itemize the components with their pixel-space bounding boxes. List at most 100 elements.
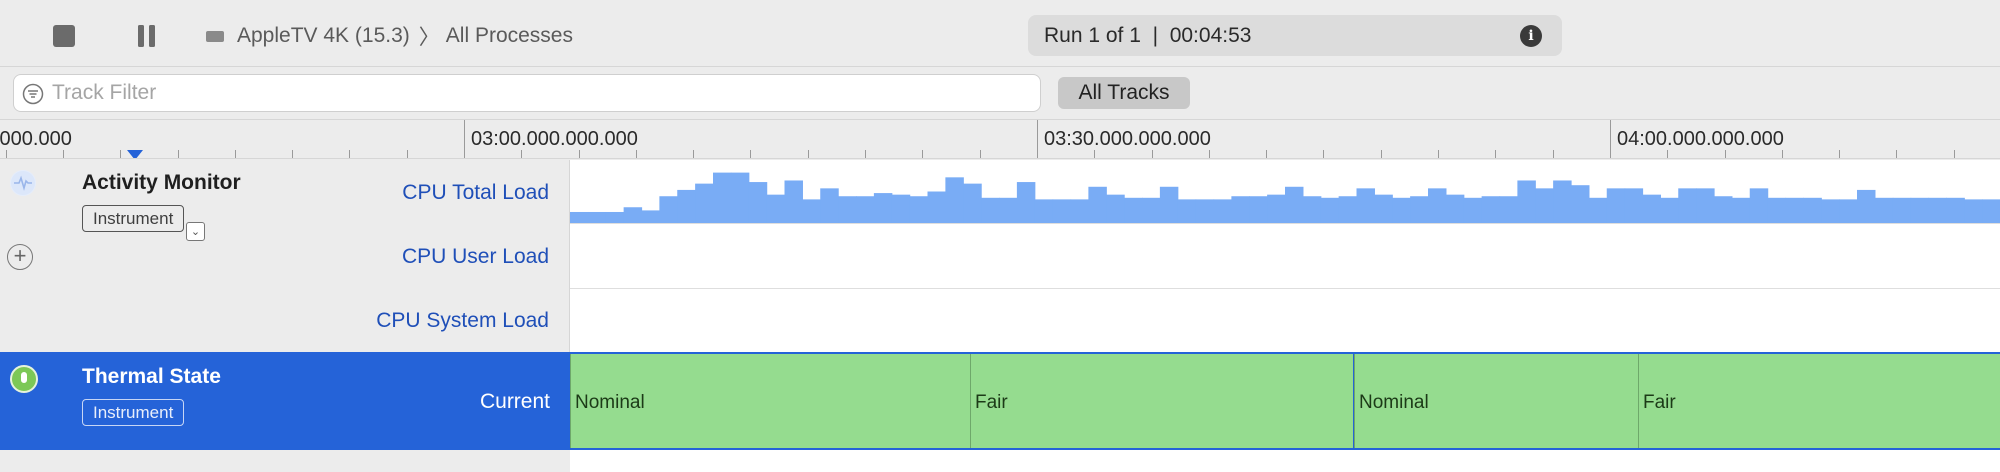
ruler-minor-tick [865, 150, 866, 158]
breadcrumb-separator: 〉 [418, 26, 440, 49]
cpu-load-bar [802, 199, 821, 224]
cpu-load-bar [1428, 188, 1447, 223]
cpu-load-bar [1946, 197, 1965, 223]
cpu-load-bar [1749, 188, 1769, 223]
track-filter-input[interactable] [52, 75, 1032, 111]
info-icon[interactable]: i [1520, 25, 1542, 47]
cpu-load-bar [1892, 197, 1912, 223]
add-track-button[interactable]: + [7, 244, 33, 270]
playhead-marker[interactable] [127, 150, 143, 158]
row-divider [570, 223, 2000, 224]
cpu-load-bar [1982, 199, 2000, 224]
ruler-major-tick [464, 120, 465, 158]
cpu-load-bar [909, 196, 929, 223]
cpu-load-bar [1535, 188, 1554, 223]
track-filter-field[interactable] [13, 74, 1041, 112]
ruler-minor-tick [1152, 150, 1153, 158]
instrument-badge[interactable]: Instrument [82, 205, 185, 232]
ruler-minor-tick [1782, 150, 1783, 158]
ruler-minor-tick [407, 150, 408, 158]
cpu-load-bar [695, 183, 714, 224]
instrument-title: Thermal State [82, 365, 221, 388]
cpu-load-bar [713, 172, 732, 223]
empty-lane [570, 450, 2000, 472]
ruler-minor-tick [980, 150, 981, 158]
cpu-load-bar [1678, 188, 1697, 223]
cpu-load-bar [1106, 194, 1125, 223]
cpu-load-bar [1016, 182, 1036, 223]
cpu-load-bar [1481, 196, 1501, 223]
cpu-load-bar [623, 207, 643, 223]
thermal-state-segment[interactable]: Nominal [570, 354, 970, 448]
thermal-state-segment[interactable]: Fair [1638, 354, 2000, 448]
thermal-state-label: Nominal [575, 392, 645, 413]
cpu-load-bar [1410, 196, 1429, 223]
track-label[interactable]: Current [480, 390, 550, 414]
ruler-minor-tick [1266, 150, 1267, 158]
pause-button[interactable] [130, 20, 162, 52]
cpu-load-bar [963, 183, 982, 224]
cpu-load-bar [1517, 180, 1536, 223]
ruler-major-tick [1037, 120, 1038, 158]
cpu-load-bar [1660, 197, 1679, 223]
empty-track-area [0, 450, 2000, 472]
target-breadcrumb[interactable]: AppleTV 4K (15.3) 〉 All Processes [206, 22, 573, 50]
cpu-load-bar [1642, 194, 1661, 223]
stop-button[interactable] [48, 20, 80, 52]
cpu-load-bar [570, 211, 589, 223]
ruler-minor-tick [808, 150, 809, 158]
time-ruler[interactable]: .000.000 03:00.000.000.000 03:30.000.000… [0, 120, 2000, 159]
cpu-load-bar [873, 193, 893, 223]
track-label[interactable]: CPU Total Load [402, 181, 549, 205]
ruler-minor-tick [120, 150, 121, 158]
cpu-load-bar [677, 189, 696, 223]
cpu-load-bar [1231, 196, 1250, 223]
cpu-load-bar [1696, 188, 1715, 223]
cpu-load-bar [1624, 188, 1644, 223]
cpu-load-bar [730, 172, 750, 223]
ruler-label: 04:00.000.000.000 [1617, 128, 1784, 150]
cpu-load-bar [1910, 197, 1930, 223]
cpu-load-bar [659, 196, 678, 223]
cpu-load-bar [1463, 197, 1483, 223]
ruler-minor-tick [178, 150, 179, 158]
cpu-total-load-lane[interactable] [570, 160, 2000, 224]
cpu-load-bar [1803, 197, 1822, 223]
thermal-state-header[interactable]: Thermal State Instrument Current [0, 352, 570, 450]
ruler-minor-tick [235, 150, 236, 158]
instrument-badge[interactable]: Instrument [82, 399, 185, 426]
track-label[interactable]: CPU System Load [376, 309, 549, 333]
cpu-load-bar [1249, 196, 1268, 223]
ruler-minor-tick [750, 150, 751, 158]
cpu-user-load-lane[interactable] [570, 224, 2000, 288]
toolbar: AppleTV 4K (15.3) 〉 All Processes Run 1 … [0, 0, 2000, 67]
ruler-minor-tick [1381, 150, 1382, 158]
thermal-state-label: Fair [975, 392, 1008, 413]
ruler-minor-tick [6, 150, 7, 158]
activity-monitor-icon [10, 170, 36, 196]
cpu-load-bar [999, 197, 1018, 223]
cpu-load-bar [1052, 199, 1072, 224]
cpu-system-load-lane[interactable] [570, 289, 2000, 352]
cpu-load-bar [784, 180, 803, 223]
cpu-load-bar [891, 194, 911, 223]
cpu-load-bar [1874, 197, 1894, 223]
cpu-load-bar [1606, 188, 1626, 223]
cpu-load-bar [1731, 197, 1751, 223]
cpu-load-bar [1267, 194, 1286, 223]
filter-icon [22, 83, 44, 105]
chevron-down-icon[interactable]: ⌄ [186, 222, 205, 241]
thermal-state-segment[interactable]: Nominal [1354, 354, 1639, 448]
device-name[interactable]: AppleTV 4K (15.3) [237, 24, 410, 48]
ruler-label: 03:00.000.000.000 [471, 128, 638, 150]
track-label[interactable]: CPU User Load [402, 245, 549, 269]
cpu-load-bar [587, 211, 607, 223]
ruler-minor-tick [1553, 150, 1554, 158]
thermal-state-segment[interactable]: Fair [970, 354, 1353, 448]
thermal-state-lane[interactable]: Nominal Fair Nominal Fair [570, 352, 2000, 450]
cpu-load-bar [820, 188, 839, 223]
all-tracks-button[interactable]: All Tracks [1058, 77, 1190, 109]
process-target[interactable]: All Processes [446, 24, 573, 48]
ruler-minor-tick [693, 150, 694, 158]
cpu-load-bar [766, 194, 786, 223]
